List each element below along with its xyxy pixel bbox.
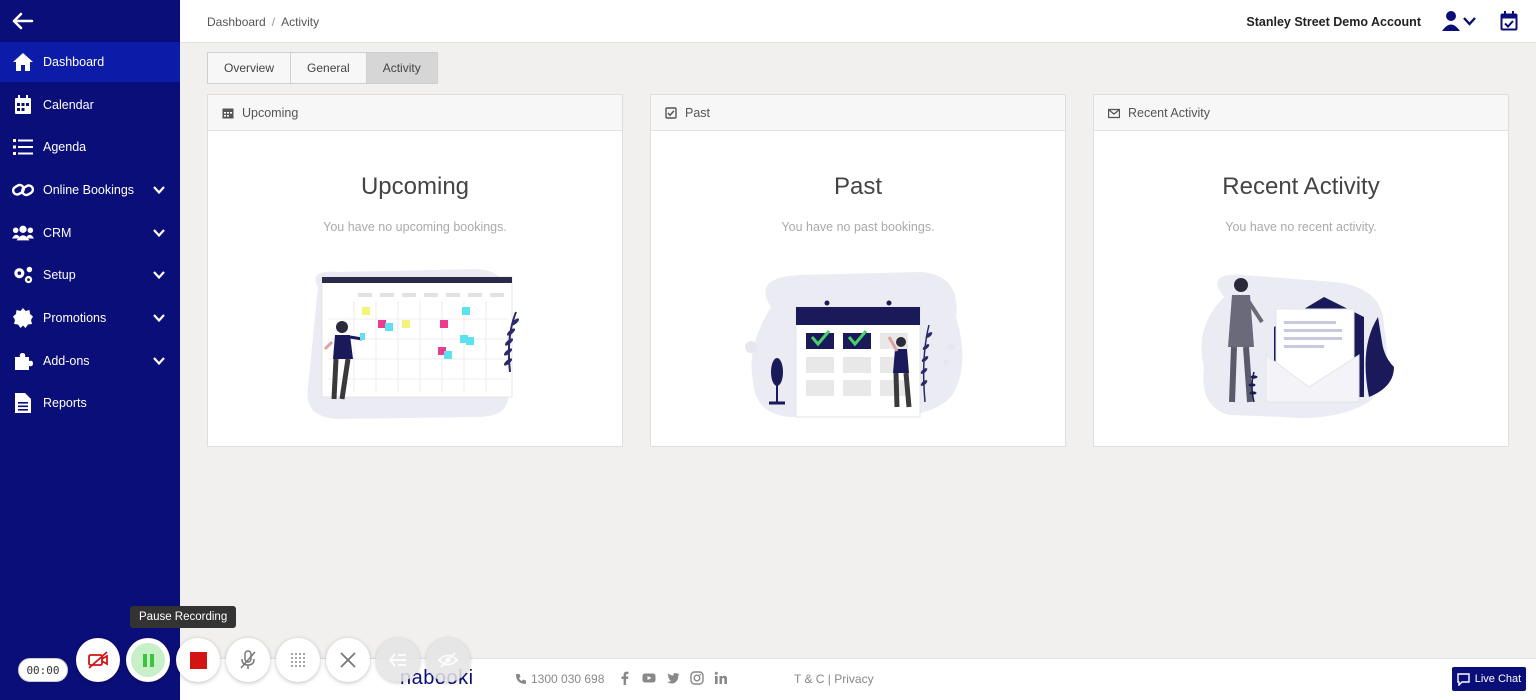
dots-grid-icon [291,653,305,667]
chevron-down-icon[interactable] [152,354,166,368]
badge-icon [12,308,34,328]
home-icon [12,52,34,72]
card-header-label: Past [685,105,711,120]
stop-recording-button[interactable] [176,638,220,682]
stop-icon [189,651,207,669]
tab-bar: Overview General Activity [207,52,438,84]
file-icon [12,393,34,413]
pause-icon [131,643,165,677]
tab-overview[interactable]: Overview [208,53,292,83]
social-links [618,671,728,685]
chevron-down-icon[interactable] [152,226,166,240]
microphone-off-icon [240,650,256,669]
sidebar-item-dashboard[interactable]: Dashboard [0,42,180,82]
recording-timer: 00:00 [18,658,68,682]
sidebar-item-label: Promotions [43,311,107,325]
recent-activity-card: Recent Activity Recent Activity You have… [1093,94,1509,447]
card-title: Recent Activity [1222,173,1380,200]
chevron-down-icon[interactable] [152,311,166,325]
linkedin-icon[interactable] [714,671,728,685]
empty-state-message: You have no upcoming bookings. [323,220,507,234]
calendar-icon [222,108,234,118]
microphone-off-button[interactable] [226,638,270,682]
phone-icon [516,674,526,684]
grid-menu-button[interactable] [276,638,320,682]
sidebar-item-label: Online Bookings [43,183,135,197]
card-title: Past [833,173,883,200]
phone-number[interactable]: 1300 030 698 [515,672,604,686]
top-bar: Dashboard / Activity Stanley Street Demo A… [180,0,1536,43]
empty-state-message: You have no recent activity. [1225,220,1377,234]
camera-off-button[interactable] [76,638,120,682]
link-icon [12,180,34,200]
card-header-label: Upcoming [242,105,299,120]
camera-off-icon [88,651,108,669]
hide-toolbar-button[interactable] [426,638,470,682]
phone-number-text: 1300 030 698 [531,672,605,686]
collapse-toolbar-button[interactable] [376,638,420,682]
sidebar-item-label: Add-ons [43,354,90,368]
puzzle-icon [12,351,34,371]
calendar-planning-illustration [307,269,520,419]
past-calendar-illustration [745,272,963,418]
sidebar-item-label: CRM [43,226,72,240]
sidebar-item-crm[interactable]: CRM [0,213,180,253]
tab-general[interactable]: General [291,53,367,83]
breadcrumb-separator: / [271,15,276,29]
sidebar-item-label: Calendar [43,98,94,112]
pause-recording-tooltip: Pause Recording [130,606,237,628]
checkbox-icon [665,106,677,119]
user-menu-icon[interactable] [1442,10,1478,32]
list-icon [12,137,34,157]
breadcrumb: Dashboard / Activity [207,15,319,29]
legal-links[interactable]: T & C | Privacy [794,672,874,686]
mail-activity-illustration [1201,274,1394,418]
calendar-icon [12,95,34,115]
sidebar-item-calendar[interactable]: Calendar [0,85,180,125]
close-recorder-button[interactable] [326,638,370,682]
sidebar-item-reports[interactable]: Reports [0,383,180,423]
back-arrow-icon[interactable] [12,12,34,30]
sidebar-item-promotions[interactable]: Promotions [0,298,180,338]
users-icon [12,223,34,243]
card-title: Upcoming [360,173,470,200]
eye-off-icon [438,652,458,668]
youtube-icon[interactable] [642,671,656,685]
instagram-icon[interactable] [690,671,704,685]
twitter-icon[interactable] [666,671,680,685]
sidebar-item-setup[interactable]: Setup [0,255,180,295]
card-header: Upcoming [208,95,622,131]
collapse-left-icon [388,653,406,667]
card-header: Past [651,95,1065,131]
sidebar-item-label: Agenda [43,140,87,154]
sidebar-item-agenda[interactable]: Agenda [0,127,180,167]
sidebar: Dashboard Calendar Agenda Online Booking… [0,0,180,700]
past-card: Past Past You have no past bookings. [650,94,1066,447]
close-icon [340,652,356,668]
cogs-icon [12,265,34,285]
sidebar-item-add-ons[interactable]: Add-ons [0,341,180,381]
sidebar-item-online-bookings[interactable]: Online Bookings [0,170,180,210]
envelope-icon [1108,108,1120,118]
sidebar-item-label: Setup [43,268,76,282]
calendar-check-icon[interactable] [1500,11,1518,31]
tab-activity[interactable]: Activity [366,53,437,83]
sidebar-item-label: Reports [43,396,87,410]
card-header: Recent Activity [1094,95,1508,131]
pause-recording-button[interactable] [126,638,170,682]
upcoming-card: Upcoming Upcoming You have no upcoming b… [207,94,623,447]
live-chat-button[interactable]: Live Chat [1452,667,1526,691]
chat-icon [1457,672,1470,686]
chevron-down-icon[interactable] [152,268,166,282]
breadcrumb-dashboard-link[interactable]: Dashboard [207,15,266,29]
card-header-label: Recent Activity [1128,105,1210,120]
facebook-icon[interactable] [618,671,632,685]
live-chat-label: Live Chat [1474,673,1522,685]
chevron-down-icon[interactable] [152,183,166,197]
empty-state-message: You have no past bookings. [781,220,935,234]
account-name[interactable]: Stanley Street Demo Account [1246,15,1421,29]
sidebar-item-label: Dashboard [43,55,105,69]
breadcrumb-current: Activity [281,15,320,29]
